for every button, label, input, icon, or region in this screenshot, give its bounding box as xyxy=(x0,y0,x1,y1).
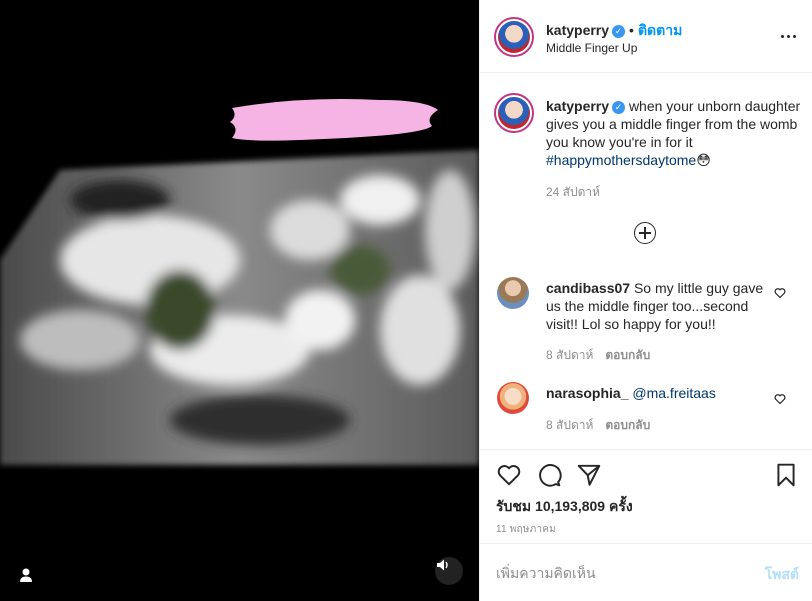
comment-item: candibass07 So my little guy gave us the… xyxy=(546,279,766,333)
author-username[interactable]: katyperry xyxy=(546,22,609,38)
post-sidebar: katyperry ✓ • ติดตาม Middle Finger Up katyp… xyxy=(479,0,812,601)
view-count[interactable]: รับชม 10,193,809 ครั้ง xyxy=(496,496,633,518)
author-avatar[interactable] xyxy=(494,17,534,57)
load-more-comments-icon[interactable] xyxy=(634,222,656,244)
post-date: 11 พฤษภาคม xyxy=(496,524,556,535)
caption-hashtag[interactable]: #happymothersdaytome xyxy=(546,152,696,168)
post-actions: รับชม 10,193,809 ครั้ง 11 พฤษภาคม xyxy=(480,449,812,543)
share-icon[interactable] xyxy=(576,462,602,488)
verified-badge-icon: ✓ xyxy=(612,24,626,38)
comment-username[interactable]: candibass07 xyxy=(546,280,630,296)
post-video[interactable] xyxy=(0,0,479,601)
commenter-avatar[interactable] xyxy=(497,382,529,414)
heart-icon[interactable] xyxy=(496,462,522,488)
more-options-icon[interactable] xyxy=(779,28,799,42)
post-caption: katyperry ✓ when your unborn daughter giv… xyxy=(546,97,802,169)
caption-timestamp: 24 สัปดาห์ xyxy=(546,185,601,199)
post-header: katyperry ✓ • ติดตาม Middle Finger Up xyxy=(480,0,812,73)
caption-username[interactable]: katyperry xyxy=(546,98,609,114)
author-line: katyperry ✓ • ติดตาม xyxy=(546,20,682,42)
ultrasound-image xyxy=(0,0,479,601)
commenter-avatar[interactable] xyxy=(497,277,529,309)
post-comment-button[interactable]: โพสต์ xyxy=(765,564,799,586)
user-tag-icon[interactable] xyxy=(14,563,38,587)
comment-mention[interactable]: @ma.freitaas xyxy=(632,385,715,401)
verified-badge-icon: ✓ xyxy=(612,100,626,114)
follow-button[interactable]: ติดตาม xyxy=(638,22,682,38)
comment-meta: 8 สัปดาห์ ตอบกลับ xyxy=(546,416,662,435)
post-dialog: katyperry ✓ • ติดตาม Middle Finger Up katyp… xyxy=(0,0,812,601)
separator-dot: • xyxy=(629,22,634,38)
comment-like-icon[interactable] xyxy=(774,392,786,405)
comment-timestamp: 8 สัปดาห์ xyxy=(546,418,594,432)
comment-timestamp: 8 สัปดาห์ xyxy=(546,348,594,362)
volume-icon[interactable] xyxy=(435,557,463,585)
comment-icon[interactable] xyxy=(536,462,562,488)
add-comment-section: โพสต์ xyxy=(480,543,812,601)
comment-item: narasophia_ @ma.freitaas xyxy=(546,384,766,402)
caption-avatar[interactable] xyxy=(494,93,534,133)
comment-username[interactable]: narasophia_ xyxy=(546,385,628,401)
comment-like-icon[interactable] xyxy=(774,286,786,299)
save-bookmark-icon[interactable] xyxy=(773,462,799,488)
comment-input[interactable] xyxy=(496,563,746,583)
reply-button[interactable]: ตอบกลับ xyxy=(605,348,650,362)
post-location[interactable]: Middle Finger Up xyxy=(546,41,637,55)
comment-meta: 8 สัปดาห์ ตอบกลับ xyxy=(546,346,662,365)
reply-button[interactable]: ตอบกลับ xyxy=(605,418,650,432)
caption-emoji: 😳 xyxy=(696,152,711,168)
